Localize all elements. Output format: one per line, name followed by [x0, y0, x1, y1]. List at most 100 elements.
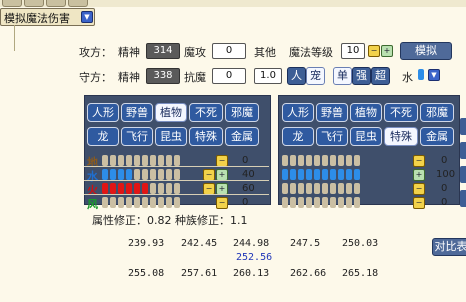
tab-stub[interactable]: [24, 0, 44, 7]
level-cell[interactable]: [102, 183, 108, 194]
level-cell[interactable]: [166, 197, 172, 208]
level-cell[interactable]: [142, 155, 148, 166]
attacker-spirit-field[interactable]: 314: [146, 43, 180, 59]
level-cell[interactable]: [346, 169, 352, 180]
level-cell[interactable]: [174, 183, 180, 194]
race-button[interactable]: 金属: [420, 127, 454, 146]
level-cell[interactable]: [158, 197, 164, 208]
level-cell[interactable]: [142, 183, 148, 194]
side-button[interactable]: [460, 166, 466, 183]
level-cell[interactable]: [134, 155, 140, 166]
tab-stub[interactable]: [2, 0, 22, 7]
race-button[interactable]: 飞行: [121, 127, 153, 146]
level-cell[interactable]: [306, 197, 312, 208]
decrease-button[interactable]: −: [368, 45, 380, 57]
level-cell[interactable]: [118, 183, 124, 194]
level-cell[interactable]: [126, 183, 132, 194]
tab-stub[interactable]: [68, 0, 88, 7]
level-cell[interactable]: [322, 183, 328, 194]
race-button-selected[interactable]: 植物: [155, 103, 187, 122]
element-bar[interactable]: [282, 169, 360, 180]
level-cell[interactable]: [298, 169, 304, 180]
super-button[interactable]: 超: [371, 67, 390, 85]
level-cell[interactable]: [174, 197, 180, 208]
level-cell[interactable]: [174, 169, 180, 180]
person-button[interactable]: 人: [287, 67, 306, 85]
level-cell[interactable]: [322, 169, 328, 180]
level-cell[interactable]: [158, 155, 164, 166]
increase-button[interactable]: +: [413, 169, 425, 181]
level-cell[interactable]: [338, 183, 344, 194]
level-cell[interactable]: [298, 155, 304, 166]
race-button[interactable]: 飞行: [316, 127, 348, 146]
level-cell[interactable]: [306, 155, 312, 166]
element-bar[interactable]: [102, 169, 180, 180]
level-cell[interactable]: [314, 197, 320, 208]
race-button[interactable]: 昆虫: [155, 127, 187, 146]
level-cell[interactable]: [290, 155, 296, 166]
level-cell[interactable]: [306, 183, 312, 194]
race-button-selected[interactable]: 特殊: [384, 127, 418, 146]
level-cell[interactable]: [322, 197, 328, 208]
race-button[interactable]: 人形: [282, 103, 314, 122]
level-cell[interactable]: [134, 197, 140, 208]
level-cell[interactable]: [282, 183, 288, 194]
race-button[interactable]: 龙: [87, 127, 119, 146]
level-cell[interactable]: [134, 169, 140, 180]
level-cell[interactable]: [282, 169, 288, 180]
element-bar[interactable]: [282, 155, 360, 166]
level-cell[interactable]: [338, 169, 344, 180]
race-button[interactable]: 植物: [350, 103, 382, 122]
side-button[interactable]: [460, 142, 466, 159]
chevron-down-icon[interactable]: ▼: [81, 11, 93, 23]
race-button[interactable]: 昆虫: [350, 127, 382, 146]
race-button[interactable]: 金属: [225, 127, 259, 146]
level-cell[interactable]: [330, 155, 336, 166]
level-cell[interactable]: [142, 197, 148, 208]
defender-spirit-field[interactable]: 338: [146, 68, 180, 84]
element-bar[interactable]: [282, 197, 360, 208]
level-cell[interactable]: [322, 155, 328, 166]
level-cell[interactable]: [330, 183, 336, 194]
compare-table-button[interactable]: 对比表: [432, 238, 466, 256]
level-cell[interactable]: [110, 169, 116, 180]
level-cell[interactable]: [354, 169, 360, 180]
level-cell[interactable]: [126, 197, 132, 208]
race-button[interactable]: 不死: [189, 103, 223, 122]
level-cell[interactable]: [330, 197, 336, 208]
chevron-down-icon[interactable]: ▼: [428, 69, 440, 81]
pet-button[interactable]: 宠: [306, 67, 325, 85]
coefficient-input[interactable]: 1.0: [254, 68, 282, 84]
single-button[interactable]: 单: [333, 67, 352, 85]
level-cell[interactable]: [282, 197, 288, 208]
level-cell[interactable]: [354, 183, 360, 194]
level-cell[interactable]: [298, 197, 304, 208]
level-cell[interactable]: [346, 183, 352, 194]
increase-button[interactable]: +: [381, 45, 393, 57]
level-cell[interactable]: [110, 183, 116, 194]
level-cell[interactable]: [314, 169, 320, 180]
level-cell[interactable]: [110, 197, 116, 208]
element-bar[interactable]: [282, 183, 360, 194]
level-cell[interactable]: [330, 169, 336, 180]
magic-level-input[interactable]: 10: [341, 43, 365, 59]
level-cell[interactable]: [158, 169, 164, 180]
level-cell[interactable]: [102, 155, 108, 166]
level-cell[interactable]: [346, 155, 352, 166]
level-cell[interactable]: [118, 169, 124, 180]
side-button[interactable]: [460, 118, 466, 135]
tab-stub[interactable]: [46, 0, 66, 7]
level-cell[interactable]: [118, 197, 124, 208]
attacker-mattack-input[interactable]: 0: [212, 43, 246, 59]
defender-mres-input[interactable]: 0: [212, 68, 246, 84]
level-cell[interactable]: [102, 169, 108, 180]
level-cell[interactable]: [306, 169, 312, 180]
level-cell[interactable]: [282, 155, 288, 166]
level-cell[interactable]: [314, 155, 320, 166]
level-cell[interactable]: [134, 183, 140, 194]
level-cell[interactable]: [174, 155, 180, 166]
level-cell[interactable]: [102, 197, 108, 208]
race-button[interactable]: 野兽: [316, 103, 348, 122]
race-button[interactable]: 龙: [282, 127, 314, 146]
race-button[interactable]: 邪魔: [225, 103, 259, 122]
